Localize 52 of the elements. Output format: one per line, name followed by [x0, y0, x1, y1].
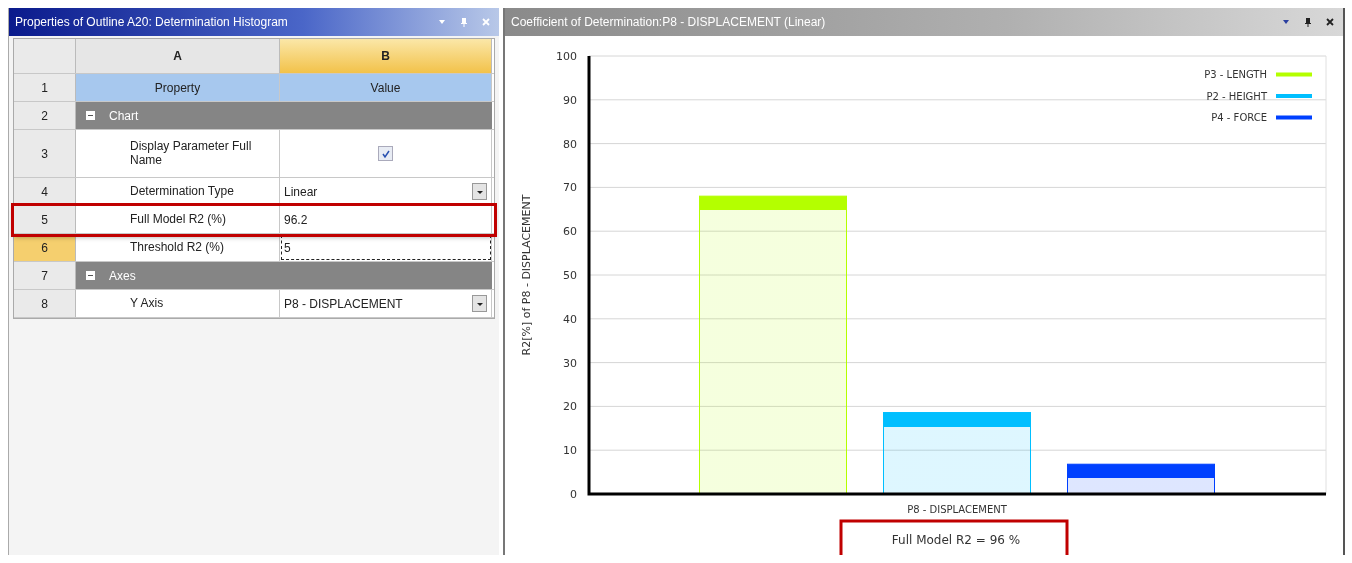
dropdown-button[interactable] — [472, 295, 487, 312]
property-name: Y Axis — [76, 290, 280, 317]
column-header[interactable]: A — [76, 39, 280, 73]
close-icon[interactable] — [1325, 17, 1335, 27]
group-row[interactable]: Axes — [76, 262, 492, 289]
axis-title: R2[%] of P8 - DISPLACEMENT — [520, 194, 533, 356]
table-cell: Value — [280, 74, 492, 101]
pin-icon[interactable] — [1303, 17, 1313, 27]
dropdown-button[interactable] — [472, 183, 487, 200]
group-row[interactable]: Chart — [76, 102, 492, 129]
tick-label: 10 — [563, 444, 577, 458]
property-name: Determination Type — [76, 178, 280, 205]
dropdown-value[interactable]: Linear — [284, 184, 318, 199]
collapse-icon[interactable] — [86, 271, 95, 280]
row-number[interactable]: 7 — [14, 262, 76, 289]
category-label: P8 - DISPLACEMENT — [907, 504, 1007, 515]
check-icon — [380, 148, 391, 159]
row-number[interactable]: 4 — [14, 178, 76, 205]
row-number[interactable]: 2 — [14, 102, 76, 129]
legend-label: P3 - LENGTH — [1204, 69, 1267, 80]
collapse-icon[interactable] — [86, 111, 95, 120]
property-name: Threshold R2 (%) — [76, 234, 280, 261]
panel-title: Coefficient of Determination:P8 - DISPLACEMENT (Linear) — [511, 15, 826, 29]
row-number[interactable]: 3 — [14, 130, 76, 177]
tick-label: 40 — [563, 312, 577, 326]
tick-label: 100 — [556, 50, 577, 63]
row-number[interactable]: 1 — [14, 74, 76, 101]
tick-label: 60 — [563, 225, 577, 239]
value-field[interactable]: 96.2 — [284, 212, 308, 227]
tick-label: 90 — [563, 93, 577, 107]
dropdown-value[interactable]: P8 - DISPLACEMENT — [284, 296, 403, 311]
value-field[interactable]: 5 — [284, 240, 291, 255]
model-r2-label: Full Model R2 = 96 % — [891, 533, 1021, 547]
legend-label: P2 - HEIGHT — [1206, 90, 1267, 102]
tick-label: 80 — [563, 137, 577, 151]
row-number[interactable]: 5 — [14, 206, 76, 233]
tick-label: 30 — [563, 356, 577, 370]
property-name: Full Model R2 (%) — [76, 206, 280, 233]
tick-label: 50 — [563, 269, 577, 282]
tick-label: 0 — [570, 488, 577, 501]
legend-label: P4 - FORCE — [1211, 112, 1267, 123]
tick-label: 70 — [563, 181, 577, 195]
group-label: Axes — [109, 268, 136, 283]
checkbox[interactable] — [378, 146, 393, 161]
group-label: Chart — [109, 108, 139, 123]
property-name: Display Parameter Full Name — [76, 130, 280, 177]
table-cell: Property — [76, 74, 280, 101]
row-number[interactable]: 8 — [14, 290, 76, 317]
panel-title: Properties of Outline A20: Determination Histogram — [15, 15, 288, 29]
column-header[interactable]: B — [280, 39, 492, 73]
header-corner-cell — [14, 39, 76, 73]
tick-label: 20 — [563, 400, 577, 414]
